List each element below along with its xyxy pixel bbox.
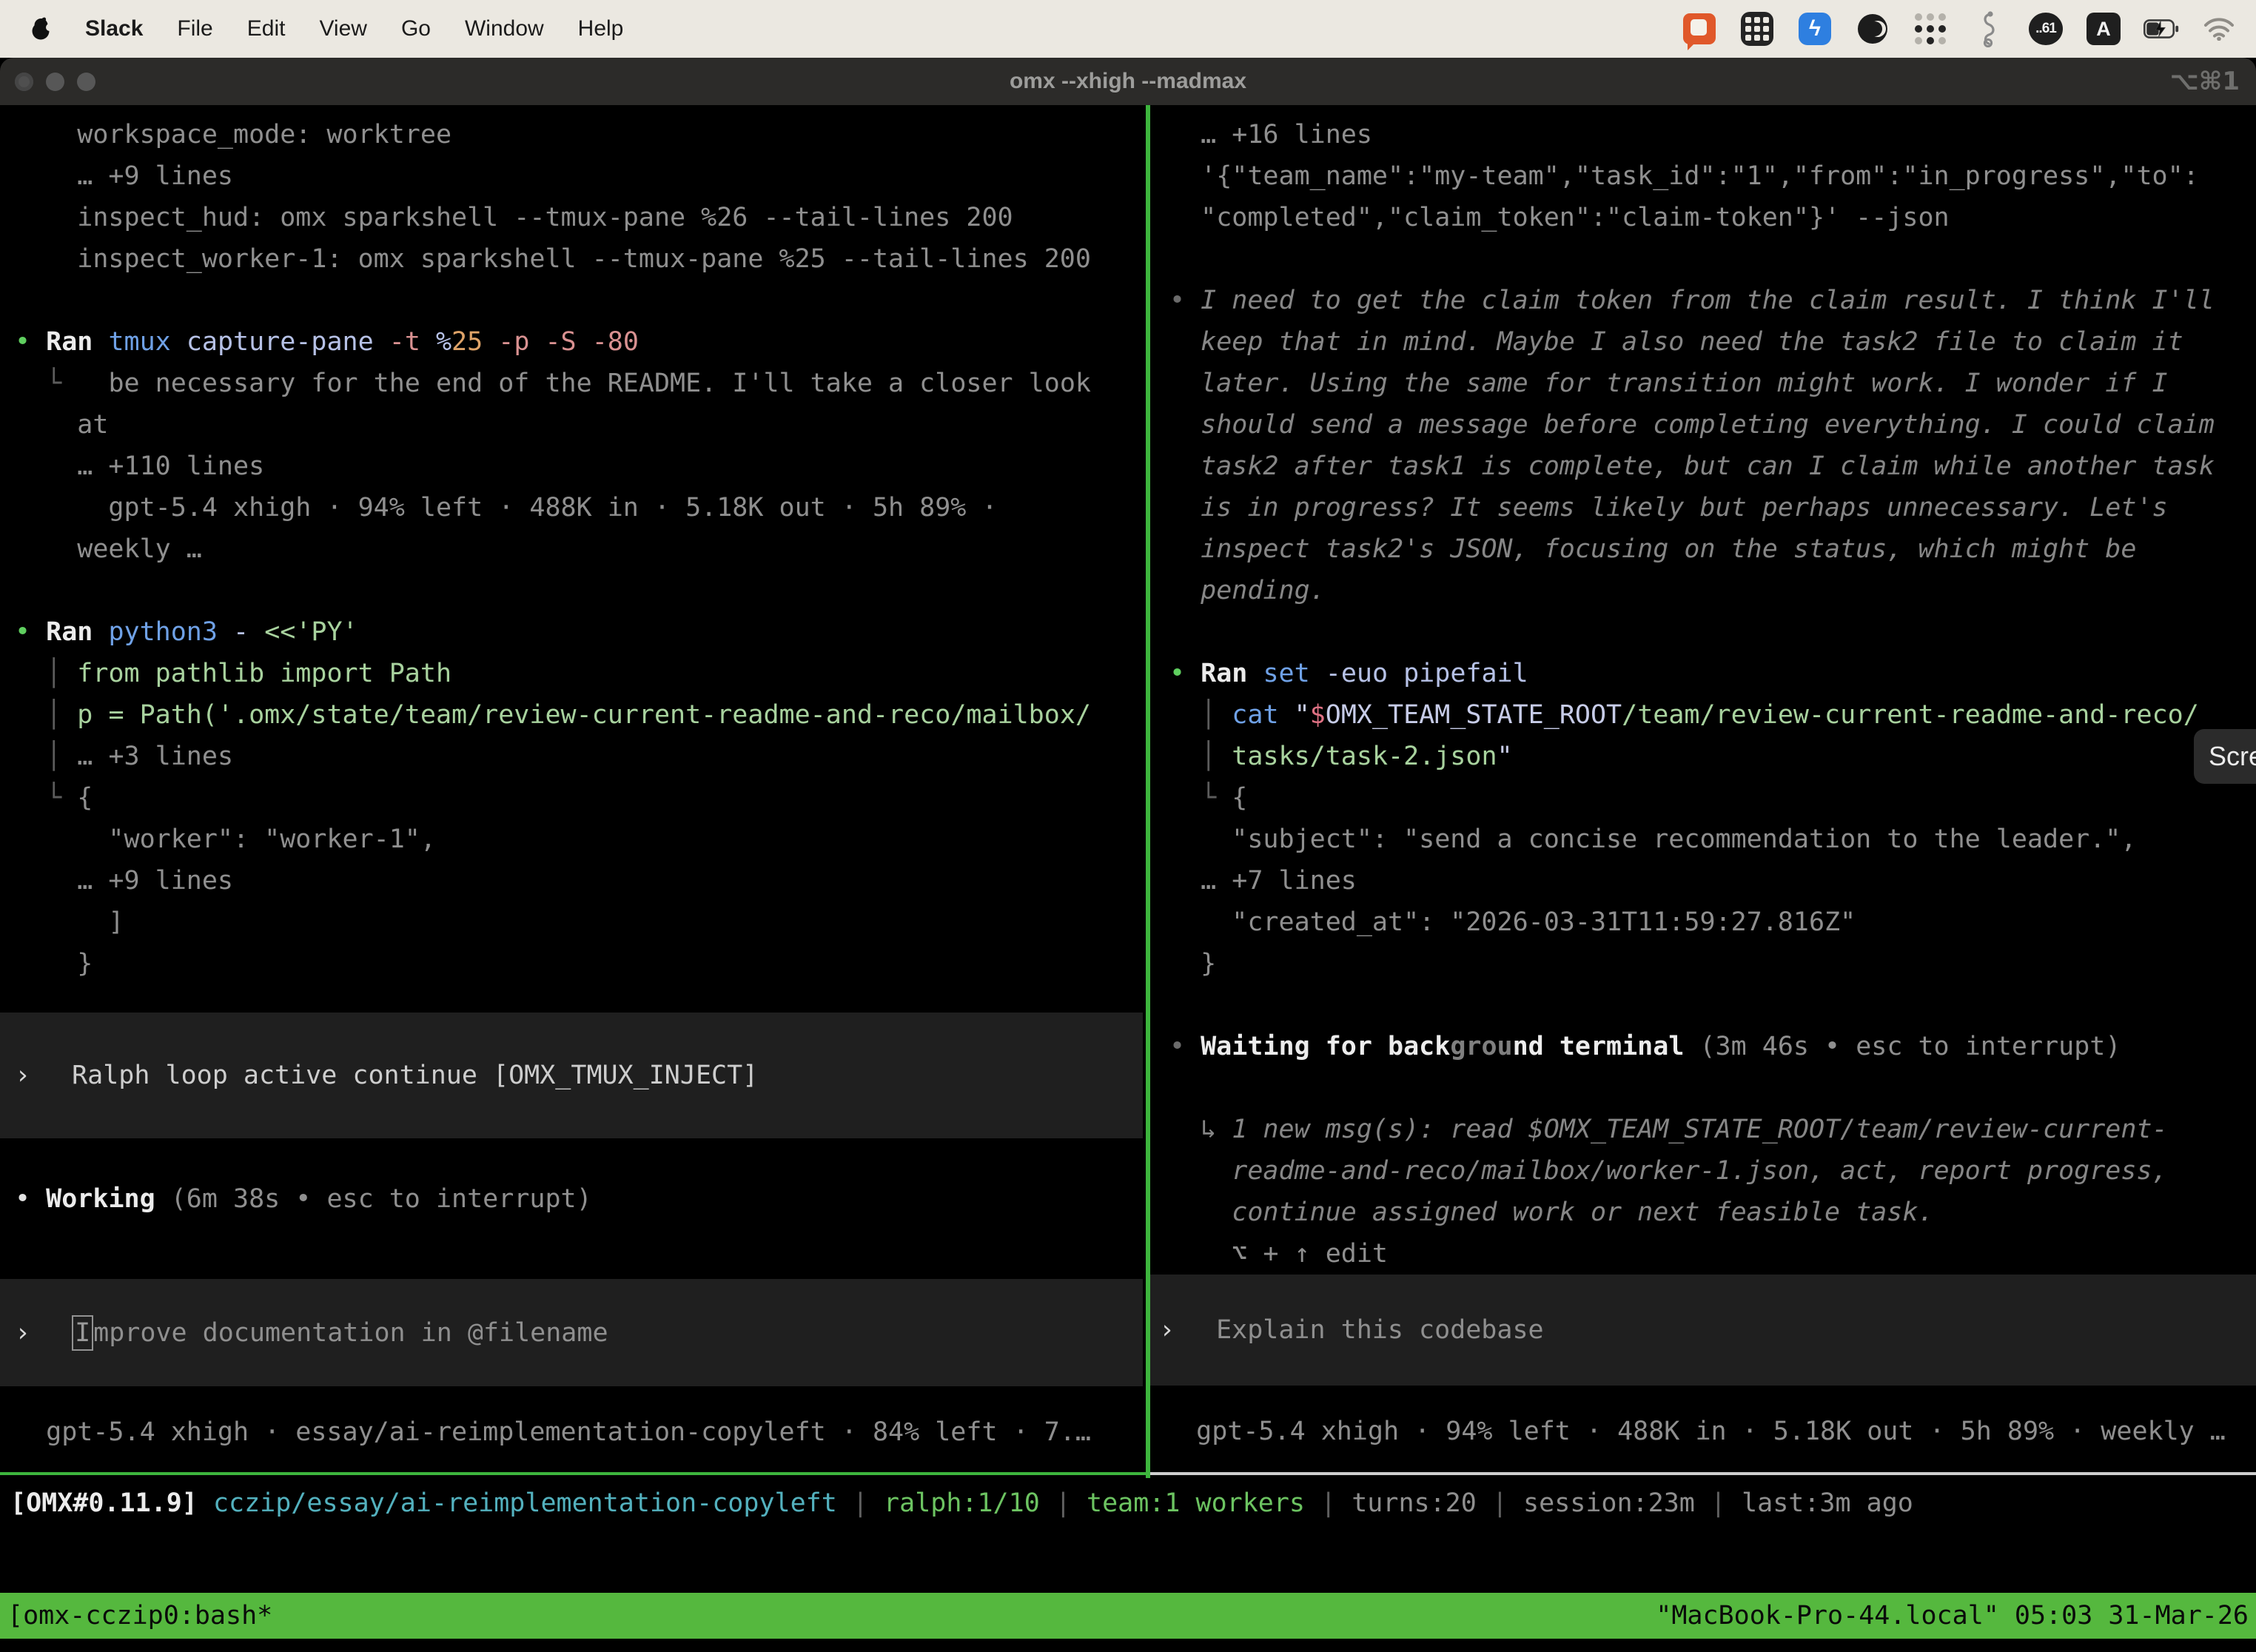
window-titlebar[interactable]: omx --xhigh --madmax ⌥⌘1 xyxy=(0,58,2256,105)
s-curl-icon[interactable] xyxy=(1970,11,2006,47)
right-pane-output: … +16 lines '{"team_name":"my-team","tas… xyxy=(1150,105,2256,1275)
screen-overlay-button[interactable]: Scre xyxy=(2194,729,2256,784)
tmux-host-clock-label: "MacBook-Pro-44.local" 05:03 31-Mar-26 xyxy=(1656,1601,2249,1631)
ralph-loop-banner: › Ralph loop active continue [OMX_TMUX_I… xyxy=(0,1013,1143,1138)
tmux-status-bar: [omx-cczip0:bash* "MacBook-Pro-44.local"… xyxy=(0,1593,2256,1639)
window-title: omx --xhigh --madmax xyxy=(1010,69,1246,94)
tmux-panes: workspace_mode: worktree … +9 lines insp… xyxy=(0,105,2256,1478)
apple-menu-icon[interactable] xyxy=(31,17,51,41)
menu-item-help[interactable]: Help xyxy=(578,16,624,41)
chat-icon[interactable] xyxy=(1682,11,1717,47)
tmux-pane-left[interactable]: workspace_mode: worktree … +9 lines insp… xyxy=(0,105,1146,1475)
menu-item-file[interactable]: File xyxy=(177,16,212,41)
zoom-window-button[interactable] xyxy=(77,73,95,91)
tmux-session-label[interactable]: [omx-cczip0:bash* xyxy=(7,1601,272,1631)
ralph-loop-banner-text: Ralph loop active continue [OMX_TMUX_INJ… xyxy=(72,1055,758,1096)
grid-shield-icon[interactable] xyxy=(1739,11,1775,47)
menu-item-edit[interactable]: Edit xyxy=(247,16,286,41)
tmux-pane-right[interactable]: … +16 lines '{"team_name":"my-team","tas… xyxy=(1150,105,2256,1475)
text-cursor: I xyxy=(72,1315,93,1351)
badge-61-icon[interactable]: ..61 xyxy=(2028,11,2064,47)
minimize-window-button[interactable] xyxy=(46,73,64,91)
left-pane-output: workspace_mode: worktree … +9 lines insp… xyxy=(0,105,1146,984)
chevron-prompt-icon: › xyxy=(15,1312,30,1354)
chevron-prompt-icon: › xyxy=(15,1055,30,1096)
omx-session-status-line: [OMX#0.11.9] cczip/essay/ai-reimplementa… xyxy=(0,1483,2256,1524)
menu-item-slack[interactable]: Slack xyxy=(85,16,143,41)
left-input-placeholder: mprove documentation in @filename xyxy=(93,1312,608,1354)
working-status-row: • Working (6m 38s • esc to interrupt) xyxy=(0,1178,1146,1220)
left-prompt-input[interactable]: › I mprove documentation in @filename xyxy=(0,1279,1143,1386)
window-shortcut-badge: ⌥⌘1 xyxy=(2170,67,2240,96)
chevron-prompt-icon: › xyxy=(1159,1309,1175,1351)
menu-item-view[interactable]: View xyxy=(319,16,366,41)
right-input-placeholder: Explain this codebase xyxy=(1216,1309,1544,1351)
menu-item-window[interactable]: Window xyxy=(465,16,544,41)
blue-bolt-icon[interactable]: ϟ xyxy=(1797,11,1833,47)
wifi-icon[interactable] xyxy=(2201,11,2237,47)
crescent-icon[interactable] xyxy=(1855,11,1890,47)
menu-item-go[interactable]: Go xyxy=(401,16,431,41)
menu-bar: Slack File Edit View Go Window Help ϟ xyxy=(0,0,2256,58)
battery-icon[interactable] xyxy=(2143,11,2179,47)
close-window-button[interactable] xyxy=(15,73,33,91)
dot-grid-icon[interactable] xyxy=(1913,11,1948,47)
terminal-window: omx --xhigh --madmax ⌥⌘1 workspace_mode:… xyxy=(0,58,2256,1652)
right-prompt-input[interactable]: › Explain this codebase xyxy=(1150,1275,2256,1386)
right-model-status-line: gpt-5.4 xhigh · 94% left · 488K in · 5.1… xyxy=(1150,1411,2256,1452)
left-model-status-line: gpt-5.4 xhigh · essay/ai-reimplementatio… xyxy=(0,1411,1146,1453)
a-key-icon[interactable]: A xyxy=(2086,11,2121,47)
